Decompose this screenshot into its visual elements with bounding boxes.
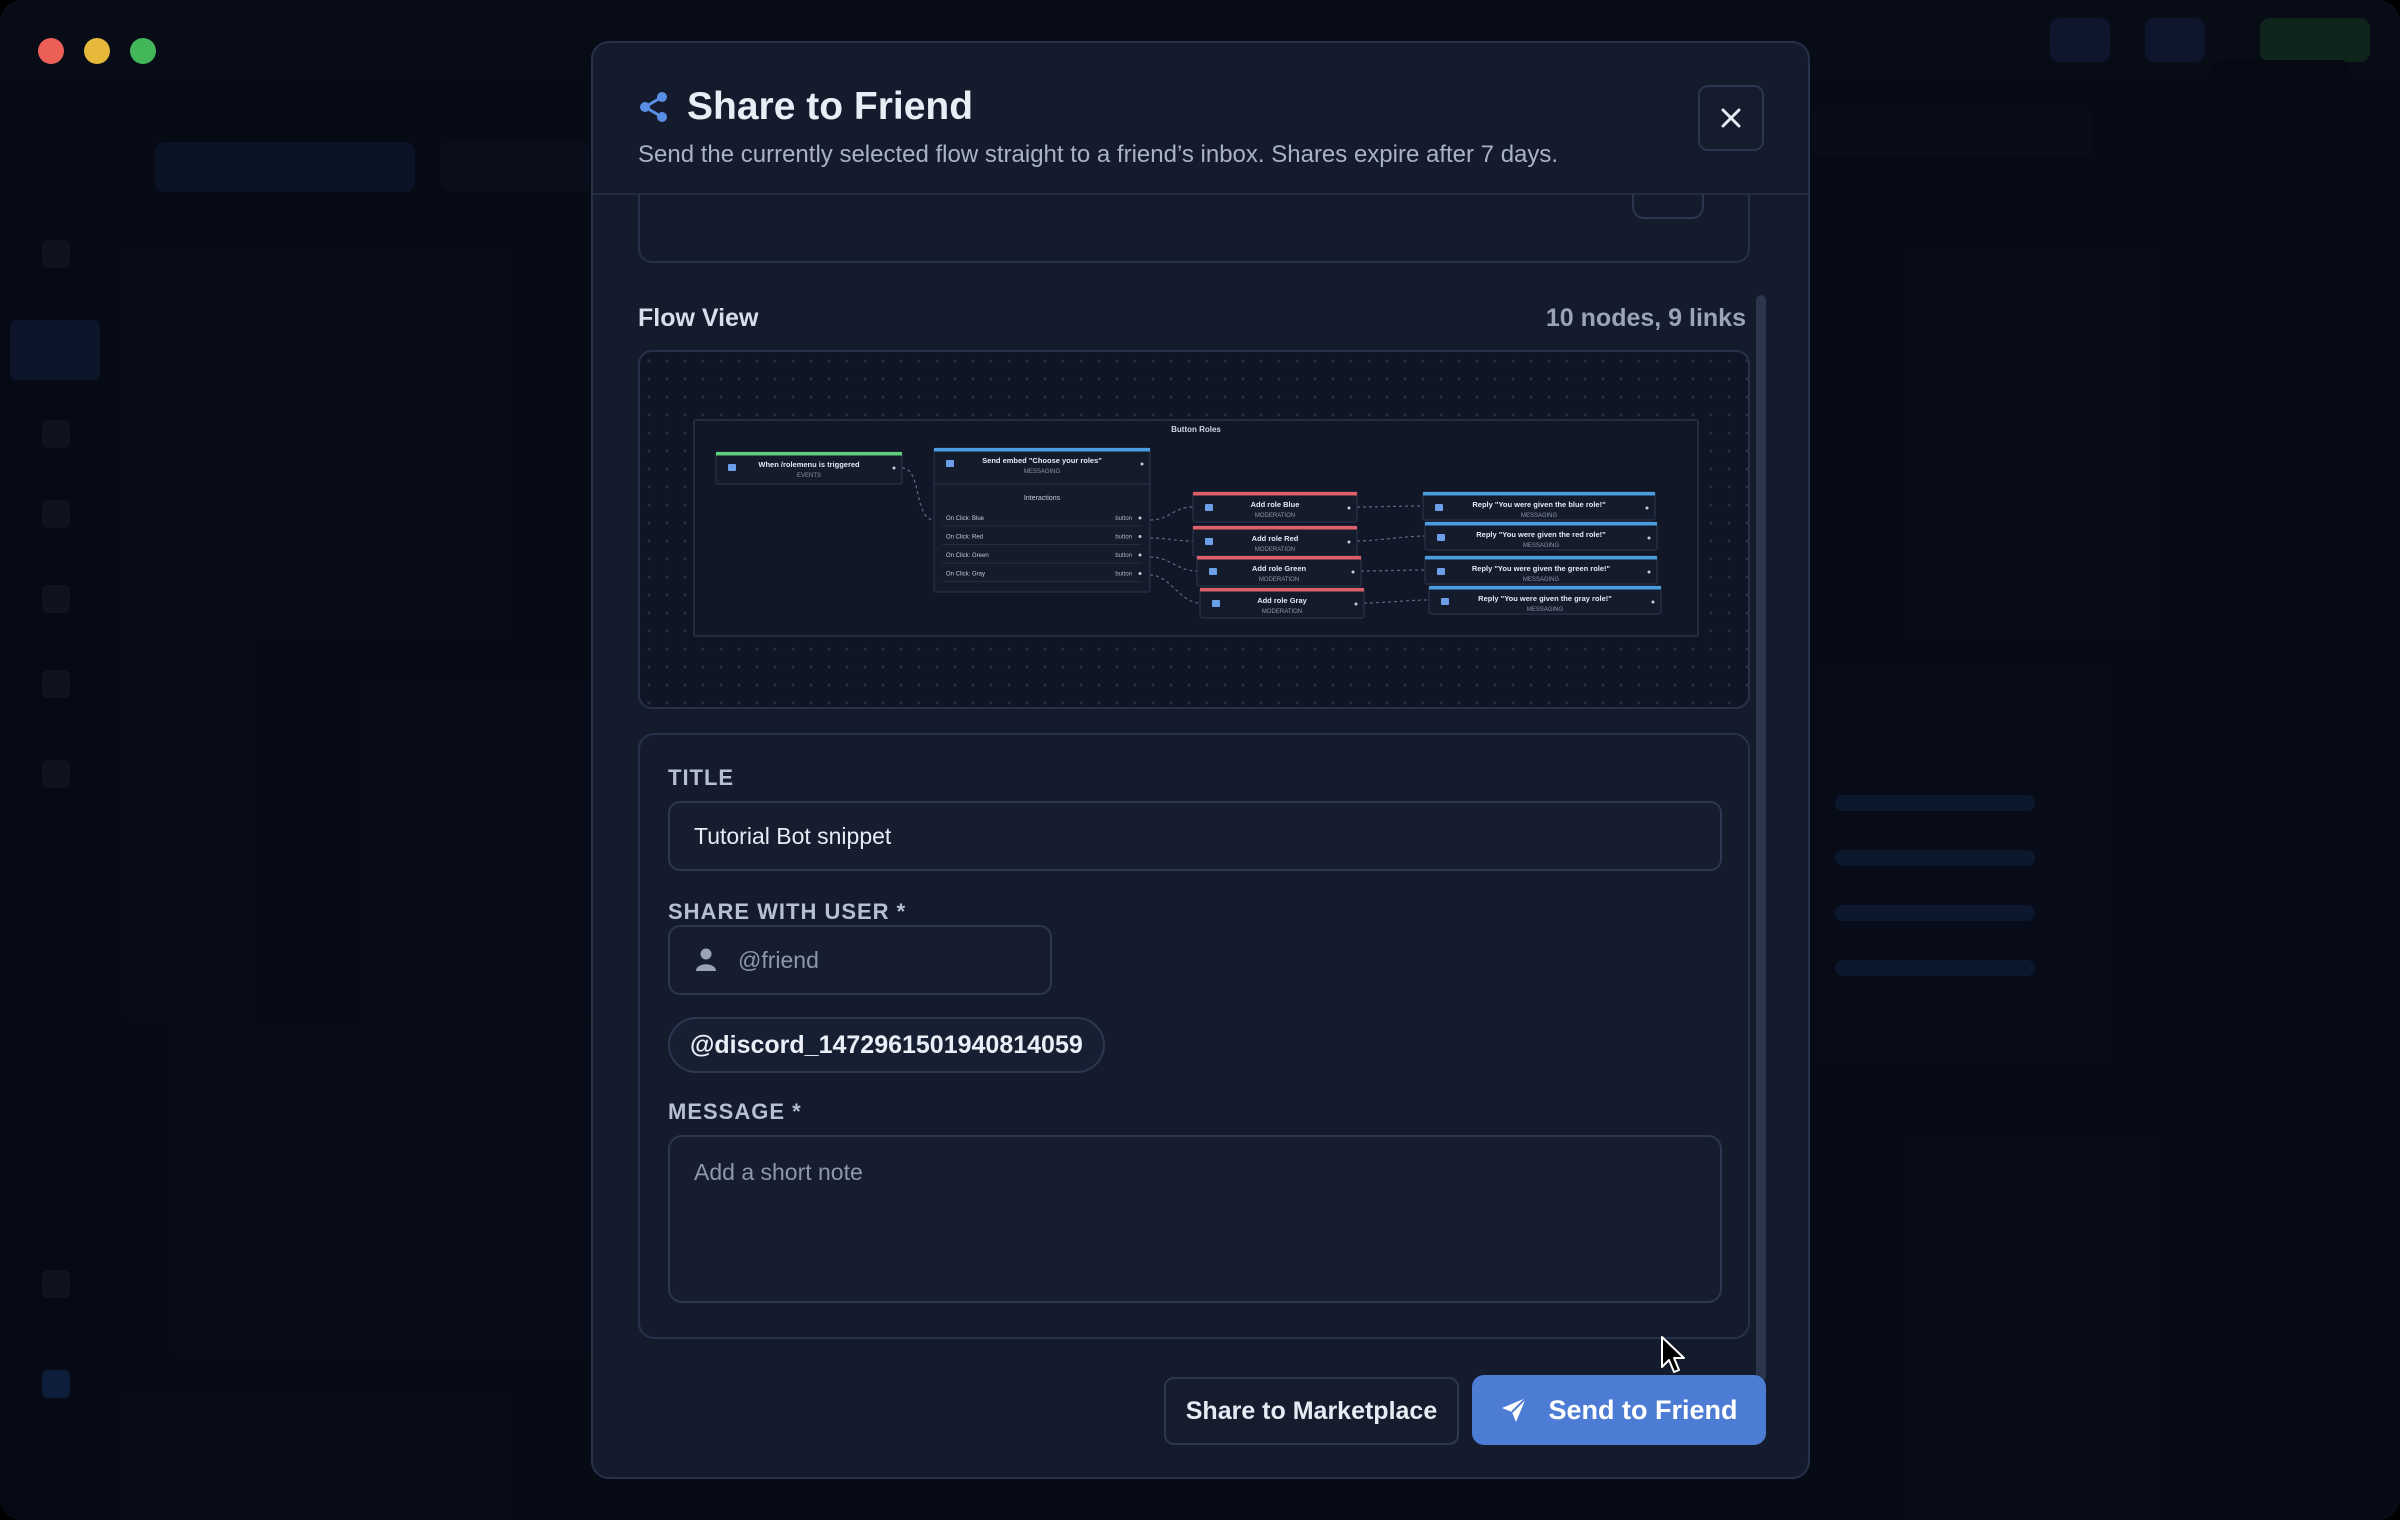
message-icon bbox=[1437, 534, 1445, 541]
flow-node-accent bbox=[1425, 522, 1657, 526]
message-placeholder: Add a short note bbox=[694, 1159, 863, 1185]
flow-node-title: Add role Green bbox=[1252, 564, 1307, 573]
flow-node-category: MESSAGING bbox=[1024, 469, 1061, 475]
modal-subtitle: Send the currently selected flow straigh… bbox=[638, 141, 1559, 168]
flag-icon bbox=[728, 464, 736, 471]
user-search-input[interactable]: @friend bbox=[668, 925, 1052, 995]
flow-node-category: MESSAGING bbox=[1521, 513, 1558, 519]
flow-node-title: When /rolemenu is triggered bbox=[758, 460, 860, 469]
flow-row-port bbox=[1138, 516, 1142, 520]
flow-row-port bbox=[1138, 572, 1142, 575]
flow-row-port bbox=[1138, 553, 1142, 557]
share-form: TITLE Tutorial Bot snippet SHARE WITH US… bbox=[638, 733, 1750, 1339]
flow-node-category: MESSAGING bbox=[1523, 543, 1560, 549]
selected-user-chip[interactable]: @discord_1472961501940814059 bbox=[668, 1017, 1105, 1073]
flow-node-port bbox=[1351, 570, 1355, 574]
message-icon bbox=[1437, 568, 1445, 575]
modal-scrollbar[interactable] bbox=[1756, 295, 1766, 1381]
flow-node-port bbox=[1645, 506, 1649, 510]
flow-node-category: EVENTS bbox=[797, 473, 821, 479]
previous-section-edge bbox=[638, 195, 1750, 263]
message-textarea[interactable]: Add a short note bbox=[668, 1135, 1722, 1303]
window-controls bbox=[38, 38, 156, 64]
title-label: TITLE bbox=[668, 765, 735, 790]
flow-diagram: Button Roles When /rolemenu is triggered E… bbox=[693, 419, 1699, 637]
window-close-button[interactable] bbox=[38, 38, 64, 64]
flow-row-port bbox=[1138, 535, 1142, 538]
flow-node-accent bbox=[1197, 556, 1361, 560]
modal-title: Share to Friend bbox=[687, 85, 974, 128]
flow-node-title: Send embed "Choose your roles" bbox=[982, 456, 1102, 465]
flow-node-title: Add role Red bbox=[1252, 534, 1299, 543]
flow-node-accent bbox=[716, 452, 902, 456]
flow-row-type: button bbox=[1115, 535, 1132, 541]
flow-node-category: MODERATION bbox=[1255, 513, 1295, 519]
flow-node-category: MODERATION bbox=[1255, 547, 1295, 553]
flow-node-section: Interactions bbox=[1024, 495, 1061, 502]
modal-title-row: Share to Friend bbox=[639, 85, 973, 129]
flow-node-port bbox=[1647, 536, 1651, 540]
flow-node-accent bbox=[1193, 526, 1357, 530]
share-with-user-label: SHARE WITH USER * bbox=[668, 899, 907, 924]
users-icon bbox=[1209, 568, 1217, 575]
flow-node-category: MODERATION bbox=[1259, 577, 1299, 583]
flow-node-port bbox=[1647, 570, 1651, 574]
flow-view-label: Flow View bbox=[638, 304, 759, 332]
flow-node-accent bbox=[1200, 588, 1364, 592]
window-minimize-button[interactable] bbox=[84, 38, 110, 64]
flow-node-accent bbox=[1423, 492, 1655, 496]
flow-node-category: MESSAGING bbox=[1527, 607, 1564, 613]
flow-node-port bbox=[1347, 506, 1351, 510]
share-icon bbox=[640, 92, 667, 122]
share-to-marketplace-button[interactable]: Share to Marketplace bbox=[1164, 1377, 1459, 1445]
flow-node-accent bbox=[934, 448, 1150, 452]
mouse-cursor-icon bbox=[1661, 1336, 1685, 1373]
flow-node-title: Reply "You were given the blue role!" bbox=[1472, 500, 1606, 509]
modal-header: Share to Friend Send the currently selec… bbox=[593, 43, 1808, 195]
flow-node-accent bbox=[1425, 556, 1657, 560]
flow-preview[interactable]: Button Roles When /rolemenu is triggered E… bbox=[638, 350, 1750, 709]
flow-node-accent bbox=[1429, 586, 1661, 590]
send-to-friend-label: Send to Friend bbox=[1548, 1394, 1738, 1425]
flow-row-label: On Click: Red bbox=[946, 535, 983, 541]
message-label: MESSAGE * bbox=[668, 1099, 802, 1124]
flow-row-label: On Click: Green bbox=[946, 553, 989, 559]
app-window: Share to Friend Send the currently selec… bbox=[0, 0, 2400, 1520]
user-icon bbox=[696, 948, 716, 971]
flow-node-port bbox=[1354, 602, 1358, 606]
flow-group-title: Button Roles bbox=[1171, 425, 1221, 434]
flow-stats: 10 nodes, 9 links bbox=[1545, 304, 1746, 332]
flow-node-port bbox=[892, 466, 896, 470]
share-modal: Share to Friend Send the currently selec… bbox=[591, 41, 1810, 1479]
message-icon bbox=[1441, 598, 1449, 605]
flow-node-title: Add role Blue bbox=[1251, 500, 1300, 509]
send-to-friend-button[interactable]: Send to Friend bbox=[1472, 1375, 1766, 1445]
users-icon bbox=[1205, 504, 1213, 511]
close-icon bbox=[1721, 108, 1741, 128]
message-icon bbox=[946, 460, 954, 467]
flow-node-port bbox=[1140, 462, 1144, 466]
flow-row-label: On Click: Gray bbox=[946, 572, 985, 578]
flow-row-type: button bbox=[1115, 516, 1132, 522]
send-icon bbox=[1501, 1397, 1527, 1422]
flow-node-port bbox=[1651, 600, 1655, 604]
flow-node-title: Reply "You were given the gray role!" bbox=[1478, 594, 1612, 603]
user-search-placeholder: @friend bbox=[738, 946, 819, 973]
users-icon bbox=[1205, 538, 1213, 545]
close-button[interactable] bbox=[1698, 85, 1764, 151]
flow-node-accent bbox=[1193, 492, 1357, 496]
flow-row-type: button bbox=[1115, 553, 1132, 559]
flow-node-title: Add role Gray bbox=[1257, 596, 1307, 605]
flow-node-title: Reply "You were given the red role!" bbox=[1476, 530, 1606, 539]
flow-node-category: MODERATION bbox=[1262, 609, 1302, 615]
flow-node-title: Reply "You were given the green role!" bbox=[1472, 564, 1611, 573]
flow-node-category: MESSAGING bbox=[1523, 577, 1560, 583]
title-input[interactable]: Tutorial Bot snippet bbox=[668, 801, 1722, 871]
message-icon bbox=[1435, 504, 1443, 511]
flow-row-type: button bbox=[1115, 572, 1132, 578]
window-zoom-button[interactable] bbox=[130, 38, 156, 64]
flow-node-port bbox=[1347, 540, 1351, 544]
users-icon bbox=[1212, 600, 1220, 607]
flow-row-label: On Click: Blue bbox=[946, 516, 985, 522]
